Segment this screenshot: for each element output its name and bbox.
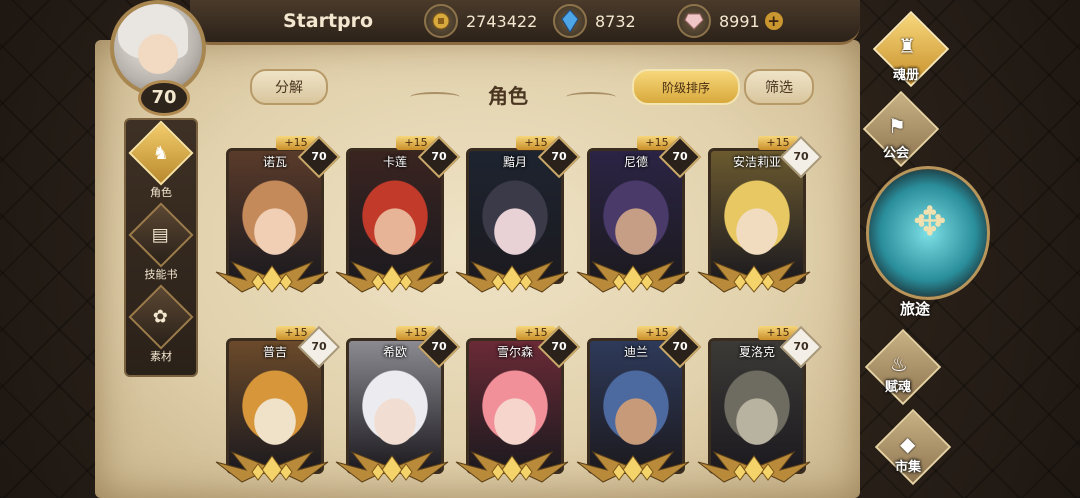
blue-crystal-icon xyxy=(553,4,587,38)
hero-level: 70 xyxy=(672,340,688,353)
sidebar-item-materials[interactable]: ✿ 素材 xyxy=(128,284,194,364)
hero-level: 70 xyxy=(551,150,567,163)
hero-card[interactable]: 黯月 +15 70 xyxy=(455,135,581,293)
hero-card[interactable]: 夏洛克 +15 70 xyxy=(697,325,823,483)
gold-resource: 2743422 xyxy=(424,4,538,38)
gem-resource: 8991 + xyxy=(677,4,783,38)
sidebar-item-label: 角色 xyxy=(150,186,172,199)
gold-amount: 2743422 xyxy=(466,11,538,31)
market-label: 市集 xyxy=(894,460,921,475)
page-title: 角色 xyxy=(488,84,528,108)
soul-book-button[interactable]: ♜ 魂册 xyxy=(864,10,950,88)
market-button[interactable]: ◆ 市集 xyxy=(866,408,952,486)
sidebar-item-characters[interactable]: ♞ 角色 xyxy=(128,120,194,200)
endow-soul-label: 赋魂 xyxy=(884,380,911,395)
rank-wings-icon xyxy=(335,260,449,293)
filter-button[interactable]: 筛选 xyxy=(744,69,814,105)
hero-card[interactable]: 迪兰 +15 70 xyxy=(576,325,702,483)
hero-level: 70 xyxy=(431,340,447,353)
hero-level: 70 xyxy=(672,150,688,163)
rank-wings-icon xyxy=(697,450,811,483)
hero-card[interactable]: 雪尔森 +15 70 xyxy=(455,325,581,483)
hero-card[interactable]: 普吉 +15 70 xyxy=(215,325,341,483)
hero-level: 70 xyxy=(793,340,809,353)
left-sidebar: ♞ 角色 ▤ 技能书 ✿ 素材 xyxy=(124,118,198,377)
hero-card[interactable]: 安洁莉亚 +15 70 xyxy=(697,135,823,293)
crystal-amount: 8732 xyxy=(595,11,636,31)
rank-wings-icon xyxy=(455,450,569,483)
hero-level: 70 xyxy=(793,150,809,163)
decompose-button[interactable]: 分解 xyxy=(250,69,328,105)
avatar-face xyxy=(138,34,178,74)
guild-button[interactable]: ⚑ 公会 xyxy=(854,90,940,168)
guild-banner-icon: ⚑ xyxy=(888,114,906,138)
sidebar-item-label: 技能书 xyxy=(144,268,178,281)
hero-level: 70 xyxy=(311,150,327,163)
rank-wings-icon xyxy=(697,260,811,293)
endow-soul-button[interactable]: ♨ 赋魂 xyxy=(856,328,942,406)
player-name: Startpro xyxy=(283,10,374,32)
title-flourish-left xyxy=(410,92,460,102)
soul-book-label: 魂册 xyxy=(892,68,919,83)
hero-card[interactable]: 希欧 +15 70 xyxy=(335,325,461,483)
book-icon: ▤ xyxy=(128,202,194,268)
add-gem-button[interactable]: + xyxy=(764,12,783,30)
character-icon: ♞ xyxy=(128,120,194,186)
rank-wings-icon xyxy=(215,450,329,483)
flame-icon: ♨ xyxy=(890,352,908,376)
player-level-badge: 70 xyxy=(138,80,190,116)
sort-by-rank-button[interactable]: 阶级排序 xyxy=(632,69,740,105)
hero-card[interactable]: 尼德 +15 70 xyxy=(576,135,702,293)
rank-wings-icon xyxy=(335,450,449,483)
hero-card[interactable]: 诺瓦 +15 70 xyxy=(215,135,341,293)
hero-level: 70 xyxy=(311,340,327,353)
rank-wings-icon xyxy=(455,260,569,293)
gold-coin-icon xyxy=(424,4,458,38)
rank-wings-icon xyxy=(576,260,690,293)
sidebar-item-skillbooks[interactable]: ▤ 技能书 xyxy=(128,202,194,282)
rank-wings-icon xyxy=(576,450,690,483)
hero-level: 70 xyxy=(431,150,447,163)
journey-label: 旅途 xyxy=(900,300,931,318)
helmet-icon: ♜ xyxy=(898,34,916,58)
guild-label: 公会 xyxy=(882,146,909,161)
crystal-resource: 8732 xyxy=(553,4,636,38)
hero-card[interactable]: 卡莲 +15 70 xyxy=(335,135,461,293)
material-icon: ✿ xyxy=(128,284,194,350)
gem-amount: 8991 xyxy=(719,11,760,31)
rank-wings-icon xyxy=(215,260,329,293)
journey-button[interactable]: ✥ xyxy=(866,166,990,300)
hero-level: 70 xyxy=(551,340,567,353)
journey-emblem-icon: ✥ xyxy=(913,199,947,245)
title-flourish-right xyxy=(566,92,616,102)
gem-icon: ◆ xyxy=(900,432,916,456)
pink-gem-icon xyxy=(677,4,711,38)
sidebar-item-label: 素材 xyxy=(150,350,172,363)
